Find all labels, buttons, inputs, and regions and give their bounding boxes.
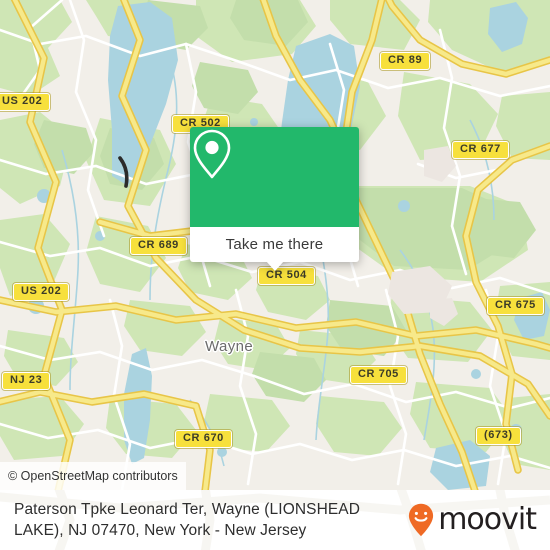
address-line-2: LAKE), NJ 07470, New York - New Jersey xyxy=(14,522,307,539)
popup-icon-area xyxy=(190,127,359,227)
road-shield-cr-689[interactable]: CR 689 xyxy=(130,237,187,255)
popup-pointer-tail xyxy=(265,261,284,271)
screenshot-root: Wayne US 202 CR 502 CR 89 CR 677 CR 689 … xyxy=(0,0,550,550)
footer-bar: Paterson Tpke Leonard Ter, Wayne (LIONSH… xyxy=(0,490,550,550)
map-attribution[interactable]: © OpenStreetMap contributors xyxy=(0,462,186,490)
take-me-there-popup[interactable]: Take me there xyxy=(190,127,359,271)
map-canvas[interactable]: Wayne US 202 CR 502 CR 89 CR 677 CR 689 … xyxy=(0,0,550,490)
map-pin-icon xyxy=(193,129,231,179)
moovit-logo[interactable]: moovit xyxy=(408,502,537,537)
attribution-text: © OpenStreetMap contributors xyxy=(8,469,178,483)
road-shield-us-202-south[interactable]: US 202 xyxy=(13,283,70,301)
road-shield-cr-677[interactable]: CR 677 xyxy=(452,141,509,159)
road-shield-cr-705[interactable]: CR 705 xyxy=(350,366,407,384)
address-text: Paterson Tpke Leonard Ter, Wayne (LIONSH… xyxy=(14,499,360,541)
road-shield-673[interactable]: (673) xyxy=(476,427,521,445)
moovit-wordmark: moovit xyxy=(438,502,537,537)
road-shield-cr-89[interactable]: CR 89 xyxy=(380,52,431,70)
address-line-1: Paterson Tpke Leonard Ter, Wayne (LIONSH… xyxy=(14,501,361,518)
road-shield-cr-675[interactable]: CR 675 xyxy=(487,297,544,315)
road-shield-us-202-north[interactable]: US 202 xyxy=(0,93,51,111)
road-shield-nj-23[interactable]: NJ 23 xyxy=(2,372,51,390)
place-label-wayne: Wayne xyxy=(205,338,254,355)
take-me-there-button[interactable]: Take me there xyxy=(190,227,359,262)
moovit-smiley-pin-icon xyxy=(409,503,434,537)
road-shield-cr-670[interactable]: CR 670 xyxy=(175,430,232,448)
